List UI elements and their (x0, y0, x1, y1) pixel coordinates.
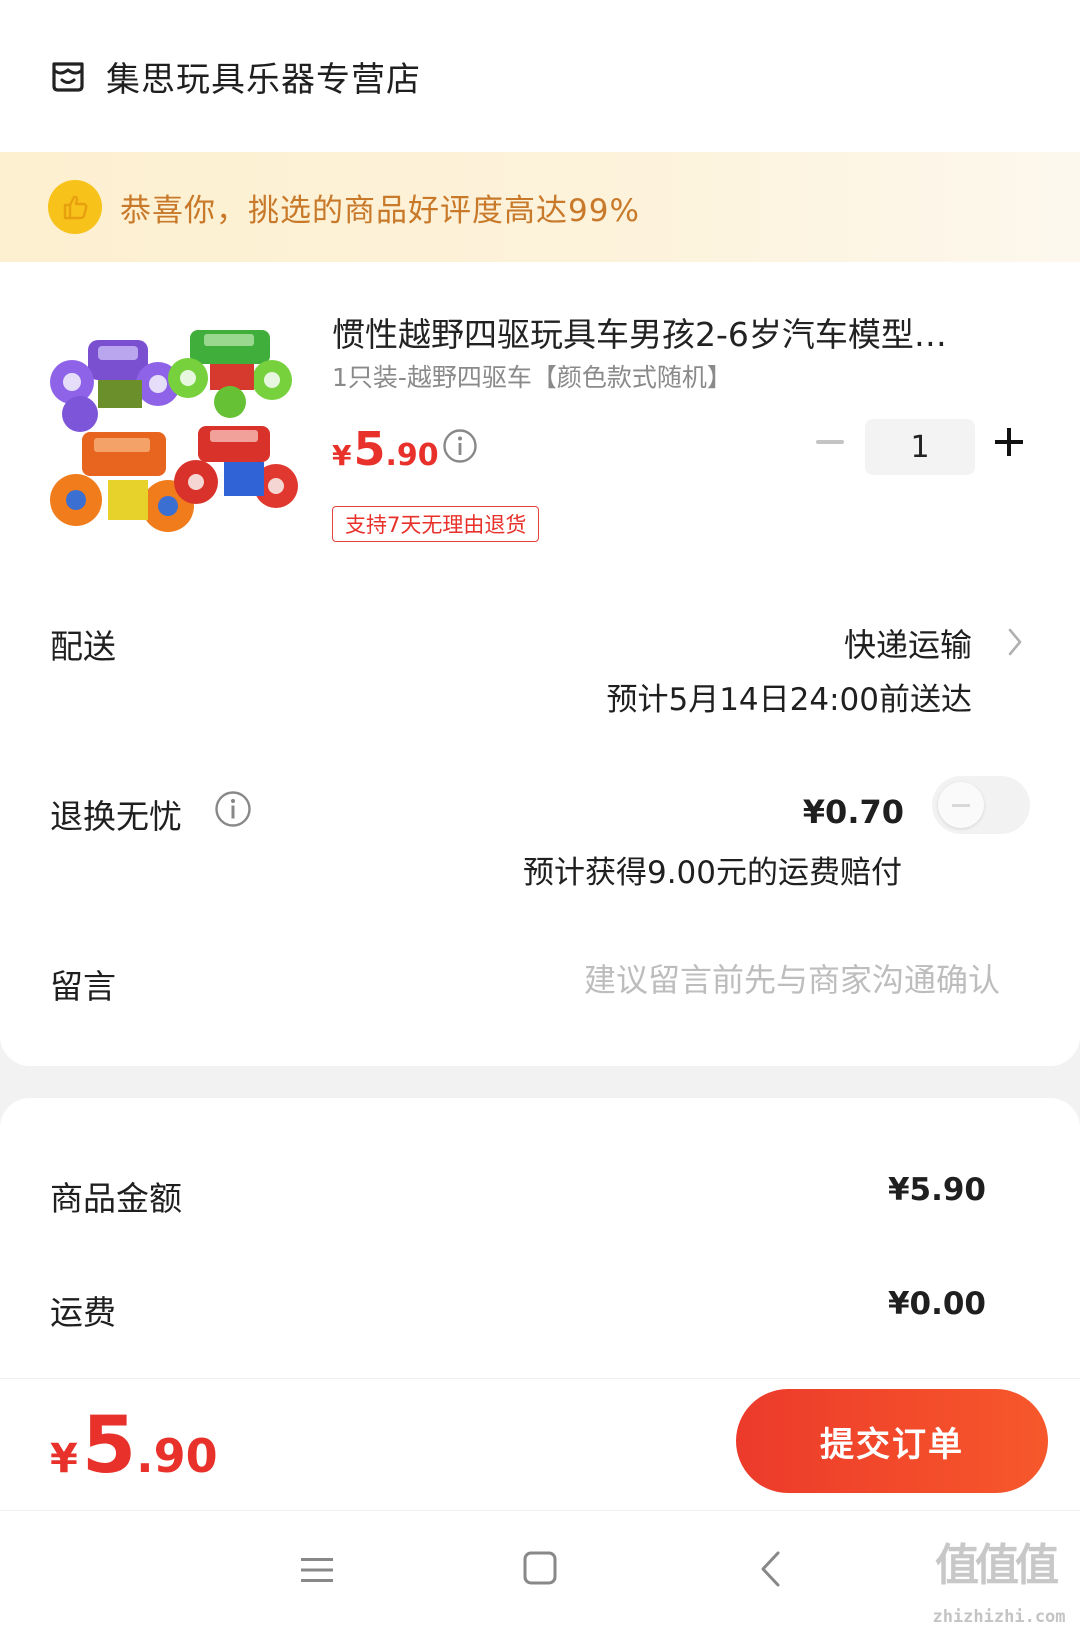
toy-cars-image[interactable] (50, 310, 300, 550)
total-price: ¥ 5 .90 (50, 1401, 218, 1491)
toggle-knob (938, 782, 984, 828)
delivery-label: 配送 (50, 627, 116, 666)
return-insurance-toggle[interactable] (932, 776, 1030, 834)
thumbs-up-icon (48, 180, 102, 234)
shipping-fee-value: ¥0.00 (887, 1286, 986, 1322)
chevron-right-icon[interactable] (1006, 626, 1024, 658)
price-summary-card: 商品金额 ¥5.90 运费 ¥0.00 (0, 1098, 1080, 1378)
product-sku[interactable]: 1只装-越野四驱车【颜色款式随机】 (332, 358, 732, 394)
delivery-method[interactable]: 快递运输 (844, 620, 972, 666)
submit-order-button[interactable]: 提交订单 (736, 1389, 1048, 1493)
watermark-url: zhizhizhi.com (932, 1607, 1066, 1627)
goods-amount-value: ¥5.90 (887, 1172, 986, 1208)
goods-amount-label: 商品金额 (50, 1179, 182, 1218)
back-icon[interactable] (758, 1549, 782, 1589)
total-symbol: ¥ (50, 1436, 78, 1482)
total-integer: 5 (81, 1401, 137, 1491)
product-title[interactable]: 惯性越野四驱玩具车男孩2-6岁汽车模型… (332, 308, 1022, 356)
price-decimal: .90 (385, 438, 439, 473)
quantity-increase-button[interactable] (992, 425, 1026, 459)
rating-text: 恭喜你，挑选的商品好评度高达99% (120, 192, 640, 229)
total-decimal: .90 (136, 1429, 218, 1483)
home-icon[interactable] (522, 1549, 558, 1587)
price-integer: 5 (353, 422, 386, 476)
store-header[interactable]: 集思玩具乐器专营店 (0, 0, 1080, 152)
price-info-icon[interactable] (442, 428, 478, 464)
menu-icon[interactable] (298, 1553, 336, 1587)
rating-banner: 恭喜你，挑选的商品好评度高达99% (0, 152, 1080, 262)
message-input[interactable] (420, 958, 1000, 1002)
system-nav-bar: 值值值 zhizhizhi.com (0, 1510, 1080, 1639)
store-name: 集思玩具乐器专营店 (106, 59, 421, 100)
quantity-field[interactable]: 1 (865, 419, 975, 475)
product-item: 惯性越野四驱玩具车男孩2-6岁汽车模型… 1只装-越野四驱车【颜色款式随机】 ¥… (0, 262, 1080, 562)
return-policy-tag: 支持7天无理由退货 (332, 506, 540, 542)
store-icon (52, 62, 84, 92)
quantity-decrease-button[interactable] (815, 427, 845, 457)
return-insurance-price: ¥0.70 (802, 793, 904, 831)
product-price: ¥ 5 .90 (332, 422, 439, 476)
delivery-eta: 预计5月14日24:00前送达 (606, 682, 972, 718)
return-info-icon[interactable] (214, 790, 252, 828)
return-compensation: 预计获得9.00元的运费赔付 (522, 855, 902, 891)
message-label: 留言 (50, 967, 116, 1006)
order-card: 集思玩具乐器专营店 恭喜你，挑选的商品好评度高达99% 惯性越野四驱玩具车男孩2… (0, 0, 1080, 1066)
price-symbol: ¥ (332, 439, 352, 472)
checkout-bar: ¥ 5 .90 提交订单 (0, 1378, 1080, 1510)
shipping-fee-label: 运费 (50, 1293, 116, 1332)
return-insurance-label: 退换无忧 (50, 797, 182, 836)
watermark-logo: 值值值 (935, 1540, 1059, 1591)
